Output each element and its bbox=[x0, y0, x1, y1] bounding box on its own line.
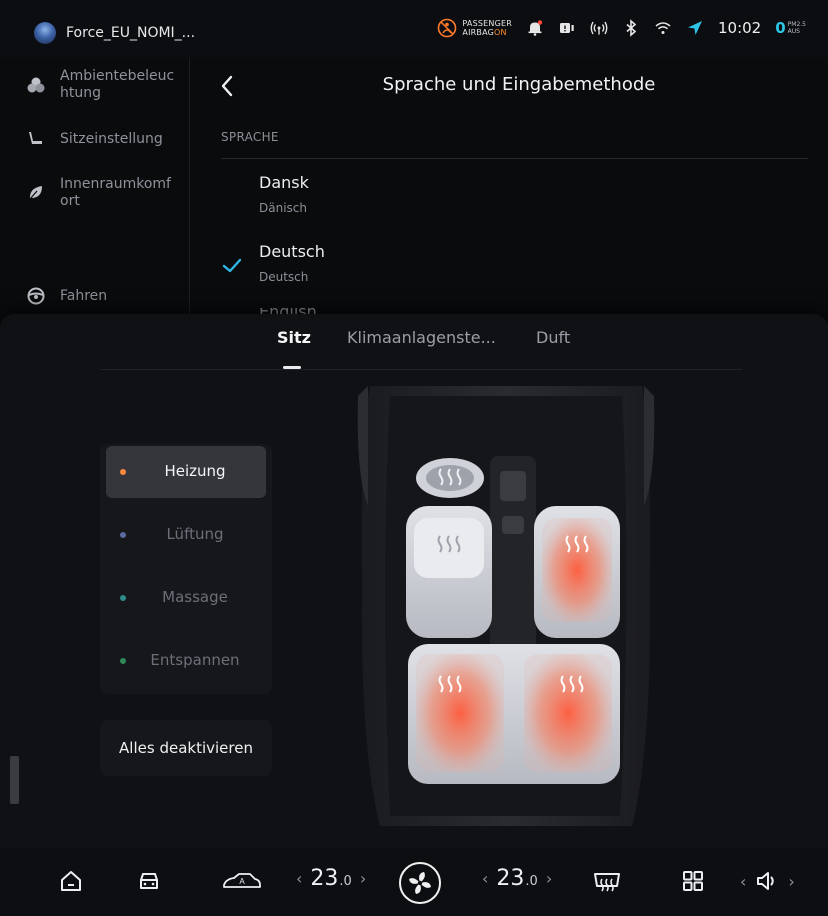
volume-down-button[interactable]: ‹ bbox=[740, 872, 746, 891]
air-quality-indicator[interactable]: 0 PM2.5 AUS bbox=[775, 19, 806, 37]
driver-temp-decimal: .0 bbox=[339, 874, 352, 889]
mode-label: Entspannen bbox=[150, 651, 240, 669]
language-subtitle: Deutsch bbox=[259, 270, 309, 284]
svg-text:A: A bbox=[239, 877, 245, 886]
climate-overlay-panel: Sitz Klimaanlagenste... Duft Heizung Lüf… bbox=[0, 314, 828, 848]
hotspot-icon[interactable] bbox=[590, 19, 608, 37]
user-profile[interactable]: Force_EU_NOMI_... bbox=[34, 22, 195, 44]
apps-button[interactable] bbox=[680, 868, 706, 894]
passenger-temp-value: 23 bbox=[496, 866, 525, 891]
mode-relax[interactable]: Entspannen bbox=[106, 635, 266, 687]
language-option-danish[interactable]: Dansk Dänisch bbox=[221, 173, 781, 237]
location-arrow-icon[interactable] bbox=[686, 19, 704, 37]
passenger-temp-decimal: .0 bbox=[525, 874, 538, 889]
mode-label: Lüftung bbox=[166, 525, 224, 543]
dashcam-icon[interactable] bbox=[558, 19, 576, 37]
deactivate-all-button[interactable]: Alles deaktivieren bbox=[100, 720, 272, 776]
vehicle-button[interactable] bbox=[136, 868, 162, 894]
language-name: Dansk bbox=[259, 173, 309, 192]
temp-increase-button[interactable]: › bbox=[546, 869, 552, 888]
driver-temperature[interactable]: ‹ 23.0 › bbox=[296, 866, 366, 891]
seat-mode-list: Heizung Lüftung Massage Entspannen bbox=[100, 444, 272, 694]
apps-grid-icon bbox=[683, 871, 703, 891]
speaker-icon bbox=[757, 872, 775, 890]
airbag-line1: PASSENGER bbox=[462, 19, 512, 28]
airbag-icon bbox=[438, 18, 457, 38]
fan-button[interactable] bbox=[399, 862, 441, 904]
mode-label: Massage bbox=[162, 588, 228, 606]
front-left-seat[interactable] bbox=[406, 506, 492, 638]
user-avatar bbox=[34, 22, 56, 44]
mode-ventilation[interactable]: Lüftung bbox=[106, 509, 266, 561]
language-option-german[interactable]: Deutsch Deutsch bbox=[221, 242, 781, 306]
mode-label: Heizung bbox=[164, 462, 226, 480]
sidebar-item-ambient-light[interactable]: Ambientebeleuc htung bbox=[26, 68, 186, 102]
tabs-divider bbox=[100, 369, 742, 370]
tab-climate[interactable]: Klimaanlagenste... bbox=[347, 328, 496, 347]
pm-label: PM2.5 bbox=[787, 21, 806, 28]
status-bar: Force_EU_NOMI_... PASSENGER AIRBAGON 10:… bbox=[0, 0, 828, 58]
bluetooth-icon[interactable] bbox=[622, 19, 640, 37]
bottom-dock: A ‹ 23.0 › ‹ 23.0 › ‹ › bbox=[0, 848, 828, 916]
divider bbox=[221, 158, 808, 159]
language-settings-panel: Sprache und Eingabemethode SPRACHE Dansk… bbox=[190, 58, 828, 316]
sidebar-item-label: Fahren bbox=[60, 287, 108, 304]
settings-sidebar: Ambientebeleuc htung Sitzeinstellung Inn… bbox=[0, 58, 190, 316]
checkmark-icon bbox=[222, 258, 242, 273]
volume-control[interactable]: ‹ › bbox=[740, 868, 795, 894]
volume-up-button[interactable]: › bbox=[788, 872, 794, 891]
user-name: Force_EU_NOMI_... bbox=[66, 25, 196, 41]
auto-climate-button[interactable]: A bbox=[222, 868, 262, 894]
fan-icon bbox=[409, 872, 431, 894]
airbag-state: ON bbox=[494, 28, 507, 37]
pm-status: AUS bbox=[787, 28, 800, 35]
sidebar-item-label: Ambientebeleuc htung bbox=[60, 68, 175, 101]
driver-temp-value: 23 bbox=[310, 866, 339, 891]
passenger-airbag-indicator: PASSENGER AIRBAGON bbox=[437, 18, 512, 38]
sidebar-item-seat-settings[interactable]: Sitzeinstellung bbox=[26, 129, 186, 149]
rear-defrost-icon bbox=[594, 873, 620, 892]
temp-increase-button[interactable]: › bbox=[360, 869, 366, 888]
temp-decrease-button[interactable]: ‹ bbox=[482, 869, 488, 888]
airbag-line2: AIRBAG bbox=[462, 28, 495, 37]
mode-heating[interactable]: Heizung bbox=[106, 446, 266, 498]
car-front-icon bbox=[140, 873, 158, 889]
panel-drag-handle[interactable] bbox=[10, 756, 19, 804]
language-subtitle: Dänisch bbox=[259, 201, 307, 215]
leaf-icon bbox=[29, 186, 42, 200]
clock: 10:02 bbox=[717, 19, 762, 37]
front-right-seat[interactable] bbox=[534, 506, 620, 638]
sidebar-item-driving[interactable]: Fahren bbox=[26, 286, 186, 306]
language-name: Deutsch bbox=[259, 242, 325, 261]
mode-massage[interactable]: Massage bbox=[106, 572, 266, 624]
wifi-icon[interactable] bbox=[654, 19, 672, 37]
pm-value: 0 bbox=[775, 19, 786, 37]
tab-fragrance[interactable]: Duft bbox=[536, 328, 570, 347]
rear-right-seat[interactable] bbox=[524, 654, 612, 772]
ambient-light-icon bbox=[27, 77, 45, 93]
notification-bell-icon[interactable] bbox=[526, 19, 544, 37]
sidebar-item-interior-comfort[interactable]: Innenraumkomf ort bbox=[26, 176, 186, 210]
section-header: SPRACHE bbox=[221, 130, 279, 144]
rear-left-seat[interactable] bbox=[416, 654, 504, 772]
home-icon bbox=[61, 871, 81, 891]
car-auto-icon: A bbox=[223, 873, 261, 888]
defrost-button[interactable] bbox=[592, 868, 622, 894]
tab-seat[interactable]: Sitz bbox=[277, 328, 311, 347]
sidebar-item-label: Innenraumkomf ort bbox=[60, 176, 171, 209]
page-title: Sprache und Eingabemethode bbox=[382, 74, 656, 95]
car-seat-diagram bbox=[357, 386, 655, 826]
overlay-tabs: Sitz Klimaanlagenste... Duft bbox=[0, 328, 828, 358]
steering-wheel-icon bbox=[27, 287, 45, 305]
seat-icon bbox=[29, 132, 42, 144]
passenger-temperature[interactable]: ‹ 23.0 › bbox=[482, 866, 552, 891]
sidebar-item-label: Sitzeinstellung bbox=[60, 130, 163, 147]
temp-decrease-button[interactable]: ‹ bbox=[296, 869, 302, 888]
home-button[interactable] bbox=[58, 868, 84, 894]
